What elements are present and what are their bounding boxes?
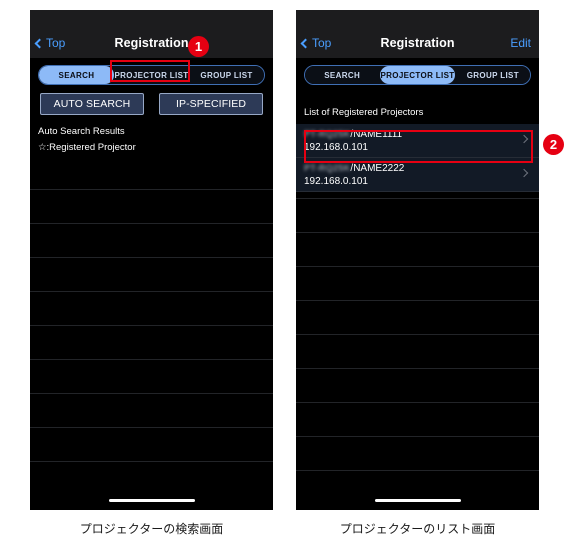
segmented-control[interactable]: SEARCH PROJECTOR LIST GROUP LIST bbox=[304, 65, 531, 85]
list-item[interactable] bbox=[30, 325, 273, 359]
projector-name-line: PT-RQ25K /NAME2222 bbox=[304, 162, 531, 175]
list-item[interactable] bbox=[30, 461, 273, 495]
list-item[interactable] bbox=[296, 266, 539, 300]
projector-name: /NAME2222 bbox=[350, 162, 405, 174]
list-item[interactable] bbox=[30, 291, 273, 325]
segmented-control-wrapper: SEARCH PROJECTOR LIST GROUP LIST bbox=[296, 58, 539, 85]
back-button-label: Top bbox=[46, 36, 66, 50]
annotation-badge-1: 1 bbox=[188, 36, 209, 57]
list-item[interactable] bbox=[296, 334, 539, 368]
list-of-registered-projectors-label: List of Registered Projectors bbox=[304, 107, 424, 118]
list-item[interactable] bbox=[30, 393, 273, 427]
action-button-row: AUTO SEARCH IP-SPECIFIED bbox=[30, 85, 273, 115]
list-item[interactable] bbox=[296, 232, 539, 266]
ip-specified-button[interactable]: IP-SPECIFIED bbox=[159, 93, 263, 115]
list-item[interactable] bbox=[296, 436, 539, 470]
empty-result-list bbox=[30, 189, 273, 495]
table-row[interactable]: PT-RQ25K /NAME2222 192.168.0.101 bbox=[296, 158, 539, 192]
projector-model: PT-RQ25K bbox=[304, 128, 351, 139]
list-item[interactable] bbox=[296, 198, 539, 232]
phone-screen-search: Top Registration SEARCH PROJECTOR LIST G… bbox=[30, 10, 273, 510]
list-item[interactable] bbox=[30, 223, 273, 257]
page-title: Registration bbox=[114, 36, 189, 50]
projector-ip: 192.168.0.101 bbox=[304, 175, 368, 187]
list-item[interactable] bbox=[296, 368, 539, 402]
figure-stage: Top Registration SEARCH PROJECTOR LIST G… bbox=[0, 0, 570, 547]
projector-name: /NAME1111 bbox=[350, 128, 403, 140]
list-item[interactable] bbox=[30, 257, 273, 291]
page-title: Registration bbox=[380, 36, 455, 50]
list-item[interactable] bbox=[296, 300, 539, 334]
annotation-badge-2: 2 bbox=[543, 134, 564, 155]
auto-search-results-label: Auto Search Results bbox=[38, 126, 125, 137]
auto-search-button[interactable]: AUTO SEARCH bbox=[40, 93, 144, 115]
projector-ip: 192.168.0.101 bbox=[304, 141, 368, 153]
caption-right: プロジェクターのリスト画面 bbox=[339, 522, 496, 536]
home-indicator bbox=[374, 499, 461, 502]
tab-group-list[interactable]: GROUP LIST bbox=[189, 66, 264, 84]
back-button-label: Top bbox=[312, 36, 332, 50]
chevron-left-icon bbox=[300, 38, 311, 48]
navigation-bar: Top Registration Edit bbox=[296, 28, 539, 58]
navigation-bar: Top Registration bbox=[30, 28, 273, 58]
projector-list: PT-RQ25K /NAME1111 192.168.0.101 PT-RQ25… bbox=[296, 124, 539, 192]
tab-projector-list[interactable]: PROJECTOR LIST bbox=[114, 66, 189, 84]
tab-projector-list[interactable]: PROJECTOR LIST bbox=[380, 66, 455, 84]
list-item[interactable] bbox=[30, 359, 273, 393]
back-button-top[interactable]: Top bbox=[34, 36, 66, 50]
list-item[interactable] bbox=[30, 427, 273, 461]
back-button-top[interactable]: Top bbox=[300, 36, 332, 50]
empty-projector-list bbox=[296, 198, 539, 504]
projector-model: PT-RQ25K bbox=[304, 162, 351, 173]
list-item[interactable] bbox=[30, 189, 273, 223]
status-bar bbox=[30, 10, 273, 28]
tab-search[interactable]: SEARCH bbox=[305, 66, 380, 84]
segmented-control[interactable]: SEARCH PROJECTOR LIST GROUP LIST bbox=[38, 65, 265, 85]
chevron-left-icon bbox=[34, 38, 45, 48]
projector-name-line: PT-RQ25K /NAME1111 bbox=[304, 128, 531, 141]
registered-projector-legend: ☆:Registered Projector bbox=[38, 142, 136, 153]
tab-group-list[interactable]: GROUP LIST bbox=[455, 66, 530, 84]
edit-button[interactable]: Edit bbox=[510, 36, 531, 50]
table-row[interactable]: PT-RQ25K /NAME1111 192.168.0.101 bbox=[296, 124, 539, 158]
tab-search[interactable]: SEARCH bbox=[39, 66, 114, 84]
segmented-control-wrapper: SEARCH PROJECTOR LIST GROUP LIST bbox=[30, 58, 273, 85]
list-item[interactable] bbox=[296, 402, 539, 436]
status-bar bbox=[296, 10, 539, 28]
phone-screen-projector-list: Top Registration Edit SEARCH PROJECTOR L… bbox=[296, 10, 539, 510]
caption-left: プロジェクターの検索画面 bbox=[79, 522, 224, 536]
home-indicator bbox=[108, 499, 195, 502]
